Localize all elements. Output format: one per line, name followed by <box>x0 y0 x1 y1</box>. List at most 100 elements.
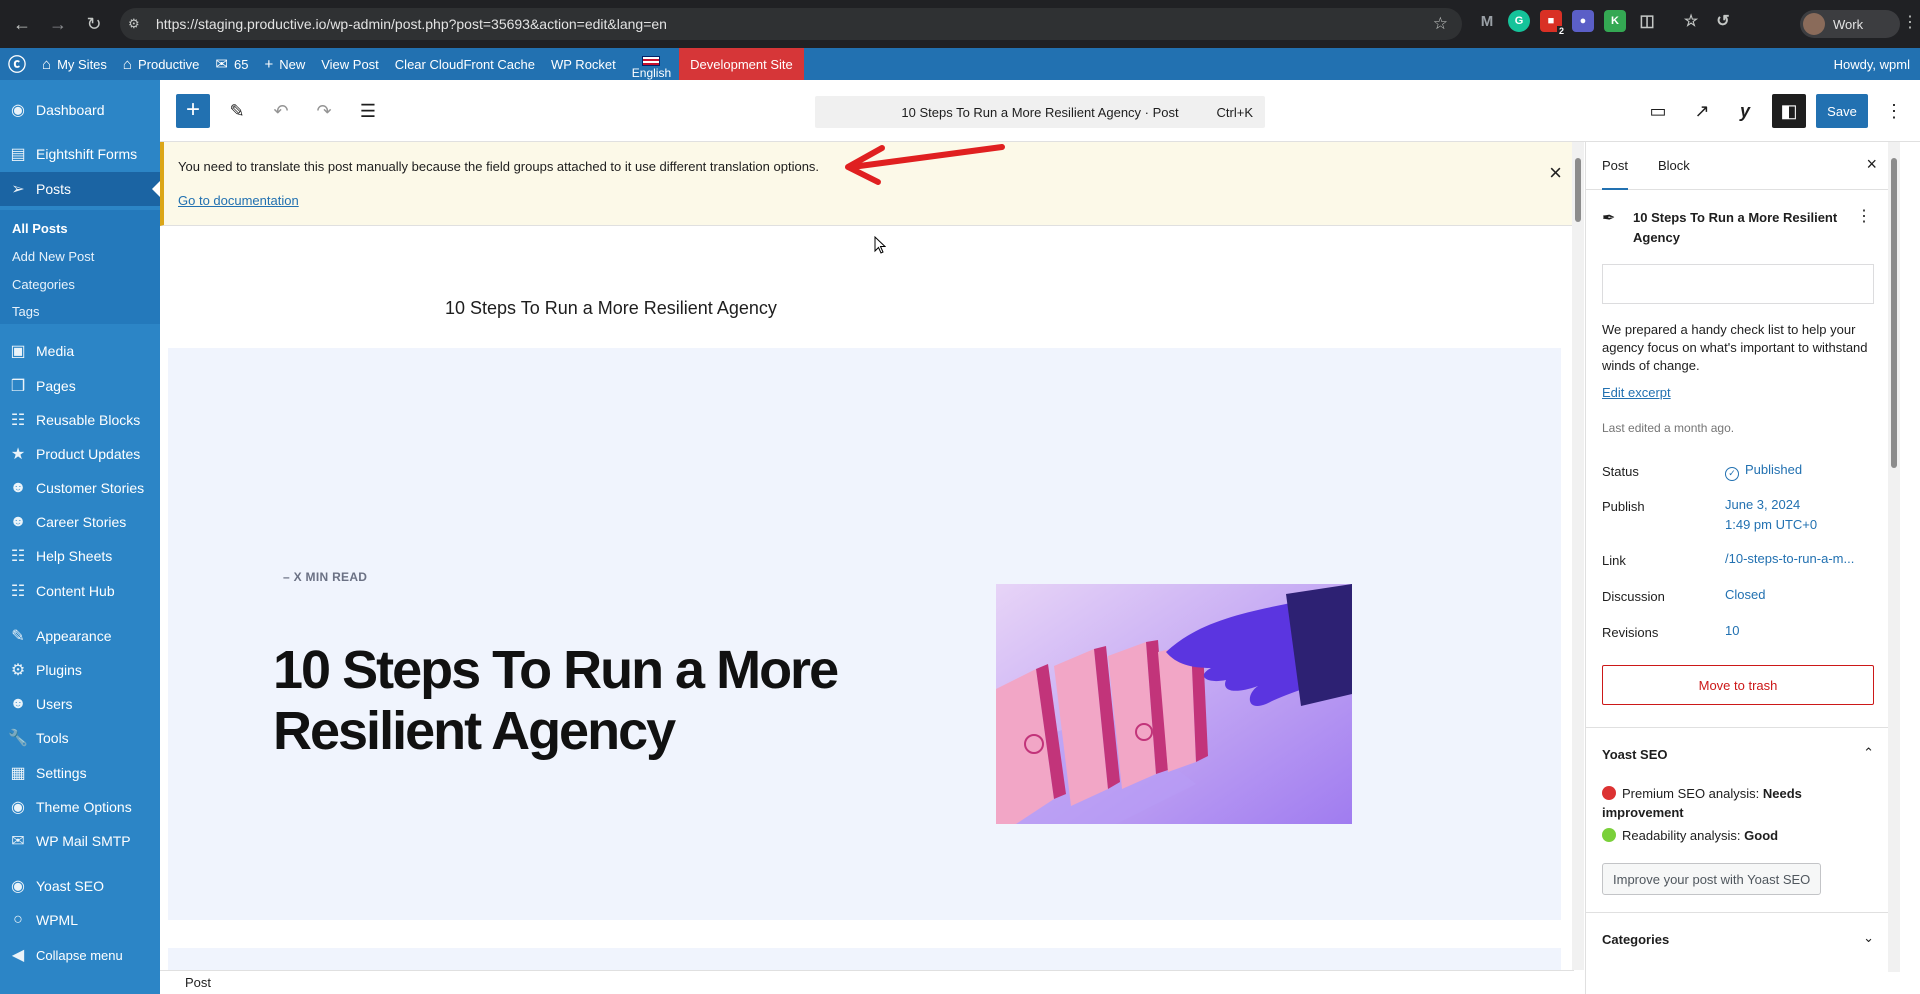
sidebar-item-posts[interactable]: ➢ Posts <box>0 172 160 206</box>
history-icon[interactable]: ↺ <box>1712 10 1734 32</box>
chevron-up-icon[interactable]: ⌃ <box>1863 745 1874 761</box>
language-switcher[interactable]: English <box>624 48 679 80</box>
user-account-menu[interactable]: Howdy, wpml <box>1826 48 1920 80</box>
undo-icon[interactable]: ↶ <box>264 94 298 128</box>
clear-cache-link[interactable]: Clear CloudFront Cache <box>387 48 543 80</box>
sidebar-item-plugins[interactable]: ⚙ Plugins <box>0 653 160 687</box>
submenu-tags[interactable]: Tags <box>12 304 39 319</box>
submenu-all-posts[interactable]: All Posts <box>12 221 68 236</box>
sidebar-item-appearance[interactable]: ✎ Appearance <box>0 619 160 653</box>
hero-block[interactable]: – X MIN READ 10 Steps To Run a More Resi… <box>168 348 1561 920</box>
comments-menu[interactable]: ✉ 65 <box>207 48 256 80</box>
tab-post[interactable]: Post <box>1602 142 1629 190</box>
sidebar-item-theme-options[interactable]: ◉ Theme Options <box>0 790 160 824</box>
settings-sidebar-toggle-icon[interactable]: ◧ <box>1772 94 1806 128</box>
post-actions-kebab-icon[interactable]: ⋮ <box>1856 206 1872 226</box>
sidebar-item-media[interactable]: ▣ Media <box>0 334 160 368</box>
back-icon[interactable]: ← <box>4 6 40 42</box>
extension-circle-icon[interactable]: ● <box>1572 10 1594 32</box>
sidebar-item-tools[interactable]: 🔧 Tools <box>0 721 160 755</box>
post-title-field[interactable]: 10 Steps To Run a More Resilient Agency <box>445 298 777 319</box>
profile-button[interactable]: Work <box>1800 10 1900 38</box>
inspector-scrollbar[interactable] <box>1888 142 1900 972</box>
sidebar-item-product-updates[interactable]: ★ Product Updates <box>0 437 160 471</box>
site-name-menu[interactable]: ⌂ Productive <box>115 48 207 80</box>
publish-value[interactable]: June 3, 2024 1:49 pm UTC+0 <box>1725 495 1817 535</box>
scrollbar-thumb[interactable] <box>1891 158 1897 468</box>
hero-image[interactable] <box>996 584 1352 824</box>
view-post-link[interactable]: View Post <box>313 48 387 80</box>
my-sites-menu[interactable]: ⌂ My Sites <box>34 48 115 80</box>
preview-device-icon[interactable]: ▭ <box>1641 94 1675 128</box>
sidebar-item-eightshift-forms[interactable]: ▤ Eightshift Forms <box>0 137 160 171</box>
scrollbar-thumb[interactable] <box>1575 158 1581 222</box>
sidebar-item-users[interactable]: ☻ Users <box>0 687 160 721</box>
sidebar-item-settings[interactable]: ▦ Settings <box>0 756 160 790</box>
new-content-menu[interactable]: + New <box>256 48 313 80</box>
close-icon[interactable]: × <box>1866 154 1877 175</box>
sidebar-item-help-sheets[interactable]: ☷ Help Sheets <box>0 539 160 573</box>
sidebar-item-reusable-blocks[interactable]: ☷ Reusable Blocks <box>0 403 160 437</box>
documentation-link[interactable]: Go to documentation <box>178 193 299 208</box>
extension-badge-icon[interactable]: ■ 2 <box>1540 10 1566 36</box>
sidebar-item-collapse-menu[interactable]: ◀ Collapse menu <box>0 938 160 972</box>
sidebar-item-content-hub[interactable]: ☷ Content Hub <box>0 574 160 608</box>
wp-rocket-menu[interactable]: WP Rocket <box>543 48 624 80</box>
canvas-scrollbar[interactable] <box>1572 142 1584 970</box>
categories-panel-heading[interactable]: Categories <box>1602 932 1669 947</box>
edit-excerpt-link[interactable]: Edit excerpt <box>1602 385 1671 400</box>
browser-menu-icon[interactable]: ⋮ <box>1902 12 1918 32</box>
extension-k-icon[interactable]: K <box>1604 10 1626 32</box>
discussion-value[interactable]: Closed <box>1725 585 1765 605</box>
move-to-trash-button[interactable]: Move to trash <box>1602 665 1874 705</box>
extension-badge-count: 2 <box>1556 26 1566 36</box>
status-label: Status <box>1602 464 1639 479</box>
sidebar-item-dashboard[interactable]: ◉ Dashboard <box>0 93 160 127</box>
sidebar-item-label: Users <box>36 696 73 712</box>
sidebar-item-customer-stories[interactable]: ☻ Customer Stories <box>0 471 160 505</box>
readability-row: Readability analysis: Good <box>1602 826 1862 845</box>
close-icon[interactable]: × <box>1549 160 1562 186</box>
development-site-badge[interactable]: Development Site <box>679 48 804 80</box>
submenu-categories[interactable]: Categories <box>12 277 75 292</box>
improve-post-yoast-button[interactable]: Improve your post with Yoast SEO <box>1602 863 1822 895</box>
address-bar[interactable]: ⚙ https://staging.productive.io/wp-admin… <box>120 8 1462 40</box>
breadcrumb-post[interactable]: Post <box>185 975 211 990</box>
site-info-icon[interactable]: ⚙ <box>128 16 150 32</box>
yoast-toolbar-icon[interactable]: y <box>1728 94 1762 128</box>
chevron-down-icon[interactable]: ⌄ <box>1863 930 1874 946</box>
redo-icon[interactable]: ↷ <box>307 94 341 128</box>
block-inserter-button[interactable]: + <box>176 94 210 128</box>
revisions-value[interactable]: 10 <box>1725 621 1739 641</box>
view-post-external-icon[interactable]: ↗ <box>1685 94 1719 128</box>
link-value[interactable]: /10-steps-to-run-a-m... <box>1725 549 1854 569</box>
reload-icon[interactable]: ↻ <box>76 6 112 42</box>
bookmark-star-icon[interactable]: ☆ <box>1433 14 1448 34</box>
hero-title[interactable]: 10 Steps To Run a More Resilient Agency <box>273 640 873 762</box>
sidebar-item-yoast-seo[interactable]: ◉ Yoast SEO <box>0 869 160 903</box>
document-overview-icon[interactable]: ☰ <box>351 94 385 128</box>
publish-time: 1:49 pm UTC+0 <box>1725 517 1818 532</box>
sidebar-item-label: Theme Options <box>36 799 132 815</box>
wordpress-logo-icon[interactable]: ⓒ <box>0 48 34 80</box>
options-kebab-icon[interactable]: ⋮ <box>1877 94 1911 128</box>
reading-list-icon[interactable]: ☆ <box>1680 10 1702 32</box>
grammarly-icon[interactable]: G <box>1508 10 1530 32</box>
extension-m-icon[interactable]: M <box>1476 10 1498 32</box>
tab-block[interactable]: Block <box>1658 142 1690 190</box>
tools-pencil-icon[interactable]: ✎ <box>220 94 254 128</box>
featured-image-placeholder[interactable] <box>1602 264 1874 304</box>
status-value[interactable]: ✓ Published <box>1725 460 1802 481</box>
yoast-panel-heading[interactable]: Yoast SEO <box>1602 747 1668 762</box>
save-button[interactable]: Save <box>1816 94 1868 128</box>
wrench-icon: 🔧 <box>8 730 28 747</box>
sidebar-item-career-stories[interactable]: ☻ Career Stories <box>0 505 160 539</box>
sidebar-item-wpml[interactable]: ○ WPML <box>0 903 160 937</box>
command-palette-bar[interactable]: 10 Steps To Run a More Resilient Agency … <box>815 96 1265 128</box>
forward-icon[interactable]: → <box>40 6 76 42</box>
sidebar-item-pages[interactable]: ❒ Pages <box>0 369 160 403</box>
readability-value: Good <box>1744 828 1779 843</box>
extensions-puzzle-icon[interactable]: ◫ <box>1636 10 1658 32</box>
sidebar-item-wp-mail-smtp[interactable]: ✉ WP Mail SMTP <box>0 824 160 858</box>
submenu-add-new-post[interactable]: Add New Post <box>12 249 94 264</box>
